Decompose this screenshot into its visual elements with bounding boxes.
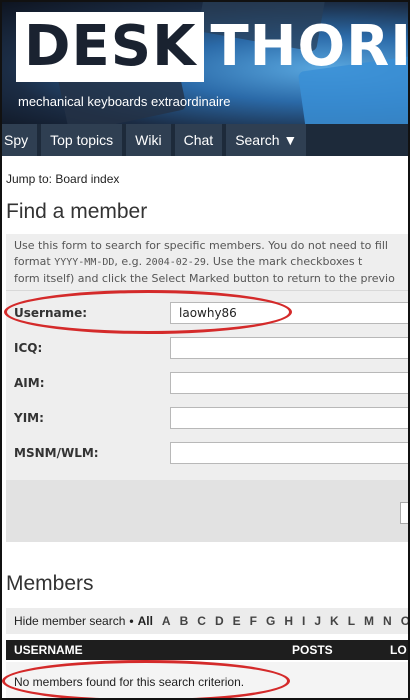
filter-letter[interactable]: C — [197, 614, 206, 628]
description-line: form itself) and click the Select Marked… — [14, 272, 395, 285]
filter-letter[interactable]: I — [302, 614, 305, 628]
msnm-input[interactable] — [170, 442, 408, 464]
date-example-code: 2004-02-29 — [145, 257, 206, 268]
filter-letter[interactable]: O — [401, 614, 408, 628]
filter-letter[interactable]: M — [364, 614, 374, 628]
search-form-panel: Use this form to search for specific mem… — [6, 234, 408, 480]
description-line: format YYYY-MM-DD, e.g. 2004-02-29. Use … — [14, 254, 408, 271]
breadcrumb: Jump to: Board index — [6, 172, 119, 186]
field-row-msnm: MSNM/WLM: — [6, 440, 408, 474]
field-row-username: Username: laowhy86 — [6, 300, 408, 334]
filter-letter[interactable]: E — [233, 614, 241, 628]
logo-rest-text: THORITY — [210, 14, 408, 79]
divider — [6, 290, 408, 291]
nav-tab-spy[interactable]: Spy — [2, 124, 38, 156]
filter-letter[interactable]: G — [266, 614, 275, 628]
filter-letter[interactable]: H — [284, 614, 293, 628]
aim-input[interactable] — [170, 372, 408, 394]
site-logo[interactable]: DESK THORITY — [16, 12, 408, 82]
filter-letter[interactable]: F — [250, 614, 257, 628]
yim-label: YIM: — [14, 411, 44, 425]
yim-input[interactable] — [170, 407, 408, 429]
site-tagline: mechanical keyboards extraordinaire — [18, 94, 231, 109]
filter-letter[interactable]: N — [383, 614, 392, 628]
logo-box-text: DESK — [16, 12, 205, 82]
members-table-header: USERNAME POSTS LO — [6, 640, 408, 660]
main-nav: Spy Top topics Wiki Chat Search ▼ — [2, 124, 408, 156]
nav-tab-top-topics[interactable]: Top topics — [41, 124, 123, 156]
column-username[interactable]: USERNAME — [14, 643, 83, 657]
username-label: Username: — [14, 306, 88, 320]
field-row-icq: ICQ: — [6, 335, 408, 369]
page-frame: DESK THORITY mechanical keyboards extrao… — [0, 0, 410, 700]
icq-input[interactable] — [170, 337, 408, 359]
filter-letter[interactable]: D — [215, 614, 224, 628]
no-results-row: No members found for this search criteri… — [6, 662, 408, 698]
field-row-yim: YIM: — [6, 405, 408, 439]
member-filter-bar: Hide member search • All A B C D E F G H… — [6, 608, 408, 634]
description-line: Use this form to search for specific mem… — [14, 239, 388, 252]
column-posts[interactable]: POSTS — [292, 643, 333, 657]
msnm-label: MSNM/WLM: — [14, 446, 99, 460]
members-heading: Members — [6, 572, 94, 595]
filter-letter[interactable]: A — [162, 614, 171, 628]
breadcrumb-prefix: Jump to: — [6, 172, 56, 186]
filter-letter[interactable]: B — [180, 614, 189, 628]
description-text: format — [14, 255, 55, 268]
breadcrumb-board-index-link[interactable]: Board index — [55, 172, 119, 186]
username-input[interactable]: laowhy86 — [170, 302, 408, 324]
submit-button[interactable] — [400, 502, 408, 524]
date-format-code: YYYY-MM-DD — [54, 257, 115, 268]
page-title: Find a member — [6, 200, 148, 223]
filter-letter-all[interactable]: All — [138, 614, 153, 628]
description-text: , e.g. — [114, 255, 146, 268]
icq-label: ICQ: — [14, 341, 43, 355]
column-location[interactable]: LO — [390, 643, 407, 657]
nav-tab-chat[interactable]: Chat — [174, 124, 223, 156]
separator-dot: • — [129, 614, 134, 628]
description-text: . Use the mark checkboxes t — [205, 255, 363, 268]
hide-member-search-link[interactable]: Hide member search — [14, 614, 125, 628]
aim-label: AIM: — [14, 376, 45, 390]
filter-letter[interactable]: L — [348, 614, 355, 628]
site-header-banner: DESK THORITY mechanical keyboards extrao… — [2, 2, 408, 124]
field-row-aim: AIM: — [6, 370, 408, 404]
filter-letter[interactable]: J — [314, 614, 321, 628]
filter-letter[interactable]: K — [330, 614, 339, 628]
form-submit-area — [6, 480, 408, 542]
search-form-description: Use this form to search for specific mem… — [14, 238, 408, 287]
nav-tab-search[interactable]: Search ▼ — [226, 124, 307, 156]
nav-tab-wiki[interactable]: Wiki — [126, 124, 171, 156]
no-results-message: No members found for this search criteri… — [14, 675, 245, 689]
